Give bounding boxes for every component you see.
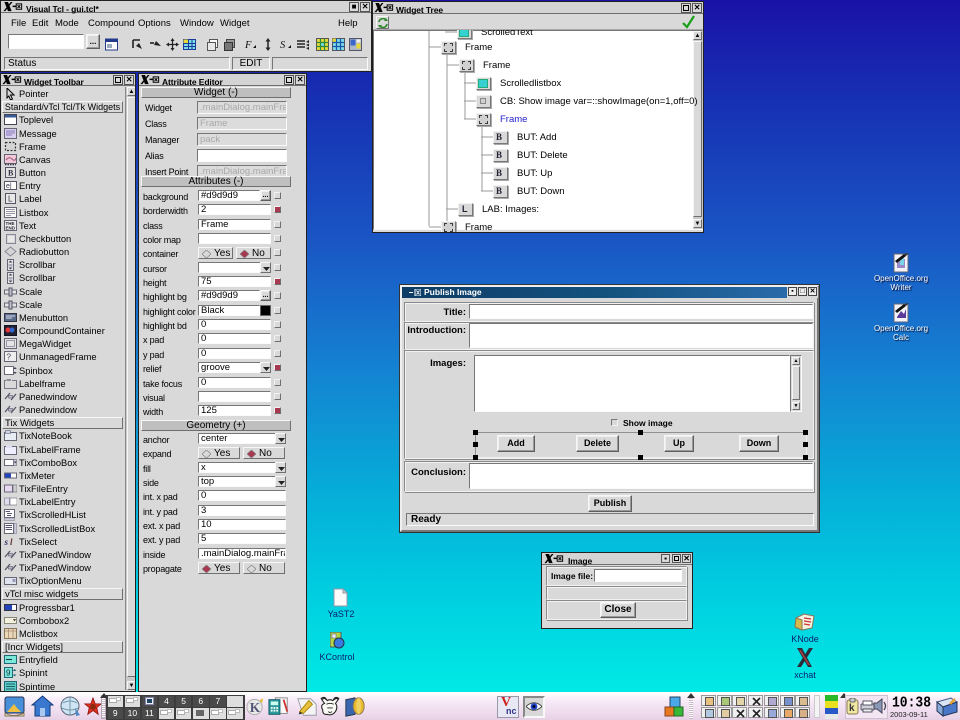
svg-text:?: ?: [7, 353, 12, 362]
svg-text:K: K: [250, 700, 261, 715]
svg-text:S: S: [280, 40, 286, 51]
svg-text:END: END: [6, 226, 16, 231]
svg-text:s: s: [4, 537, 9, 547]
svg-text:F: F: [244, 40, 252, 51]
svg-text:k: k: [849, 703, 855, 714]
svg-text:l: l: [10, 537, 13, 547]
svg-text:L: L: [8, 195, 13, 204]
svg-text:B: B: [8, 169, 14, 178]
svg-text:9: 9: [6, 669, 11, 678]
svg-text:e|: e|: [6, 183, 12, 190]
